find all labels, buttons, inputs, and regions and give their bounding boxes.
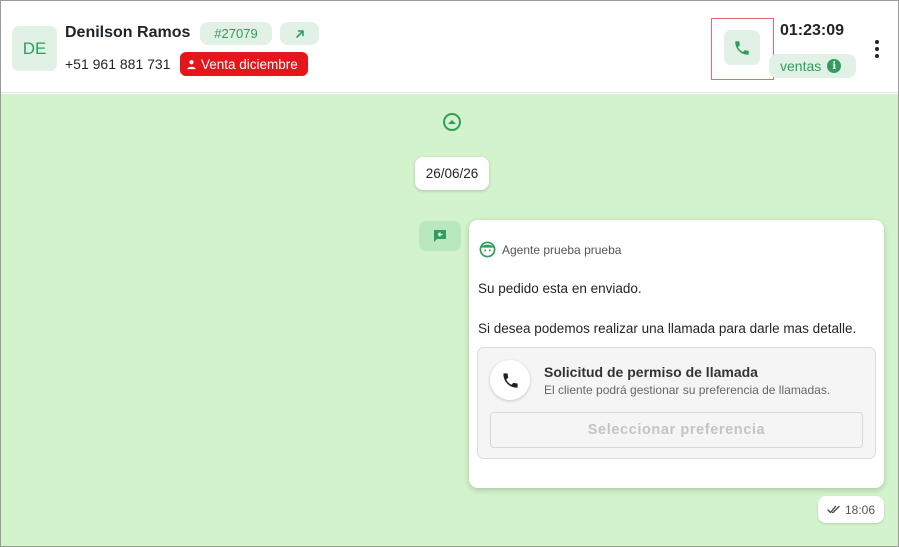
message-text: Si desea podemos realizar una llamada pa…: [478, 321, 857, 336]
info-icon[interactable]: i: [827, 59, 842, 73]
message-time-label: 18:06: [844, 502, 876, 517]
call-timer: 01:23:09: [780, 22, 845, 39]
message-text: Su pedido esta en enviado.: [478, 281, 642, 296]
queue-label: ventas: [780, 58, 822, 74]
permission-description: El cliente podrá gestionar su preferenci…: [544, 383, 831, 397]
chat-area[interactable]: 26/06/26 Agente prueba prueba Su pedido …: [1, 94, 898, 546]
open-ticket-button[interactable]: [280, 22, 319, 45]
permission-title: Solicitud de permiso de llamada: [544, 364, 758, 380]
agent-name: Agente prueba prueba: [502, 242, 622, 257]
phone-icon: [735, 40, 749, 55]
double-check-icon: [827, 505, 840, 514]
more-vertical-icon: [875, 40, 879, 44]
tag-badge[interactable]: Venta diciembre: [180, 52, 308, 76]
person-icon: [187, 59, 196, 69]
load-older-button[interactable]: [443, 113, 461, 131]
chevron-up-circle-icon: [448, 120, 456, 124]
message-type-button[interactable]: [419, 221, 461, 251]
more-options-button[interactable]: [867, 37, 887, 61]
date-separator: 26/06/26: [415, 157, 489, 190]
message-time: 18:06: [818, 496, 884, 523]
queue-badge[interactable]: ventas i: [769, 54, 856, 78]
message-bubble: Agente prueba prueba Su pedido esta en e…: [469, 220, 884, 488]
conversation-header: DE Denilson Ramos #27079 +51 961 881 731…: [1, 1, 898, 93]
call-button[interactable]: [724, 30, 760, 65]
conversation-window: DE Denilson Ramos #27079 +51 961 881 731…: [0, 0, 899, 547]
message-sender: Agente prueba prueba: [479, 241, 621, 258]
phone-icon: [502, 372, 518, 388]
call-permission-card: Solicitud de permiso de llamada El clien…: [477, 347, 876, 459]
select-preference-button[interactable]: Seleccionar preferencia: [490, 412, 863, 448]
agent-face-icon: [479, 241, 496, 258]
contact-phone: +51 961 881 731: [65, 56, 171, 72]
permission-phone-badge: [490, 360, 530, 400]
ticket-badge[interactable]: #27079: [200, 22, 272, 45]
arrow-up-right-icon: [295, 29, 304, 38]
message-in-icon: [434, 230, 446, 242]
tag-label: Venta diciembre: [201, 56, 298, 72]
contact-name: Denilson Ramos: [65, 24, 191, 41]
avatar: DE: [12, 26, 57, 71]
